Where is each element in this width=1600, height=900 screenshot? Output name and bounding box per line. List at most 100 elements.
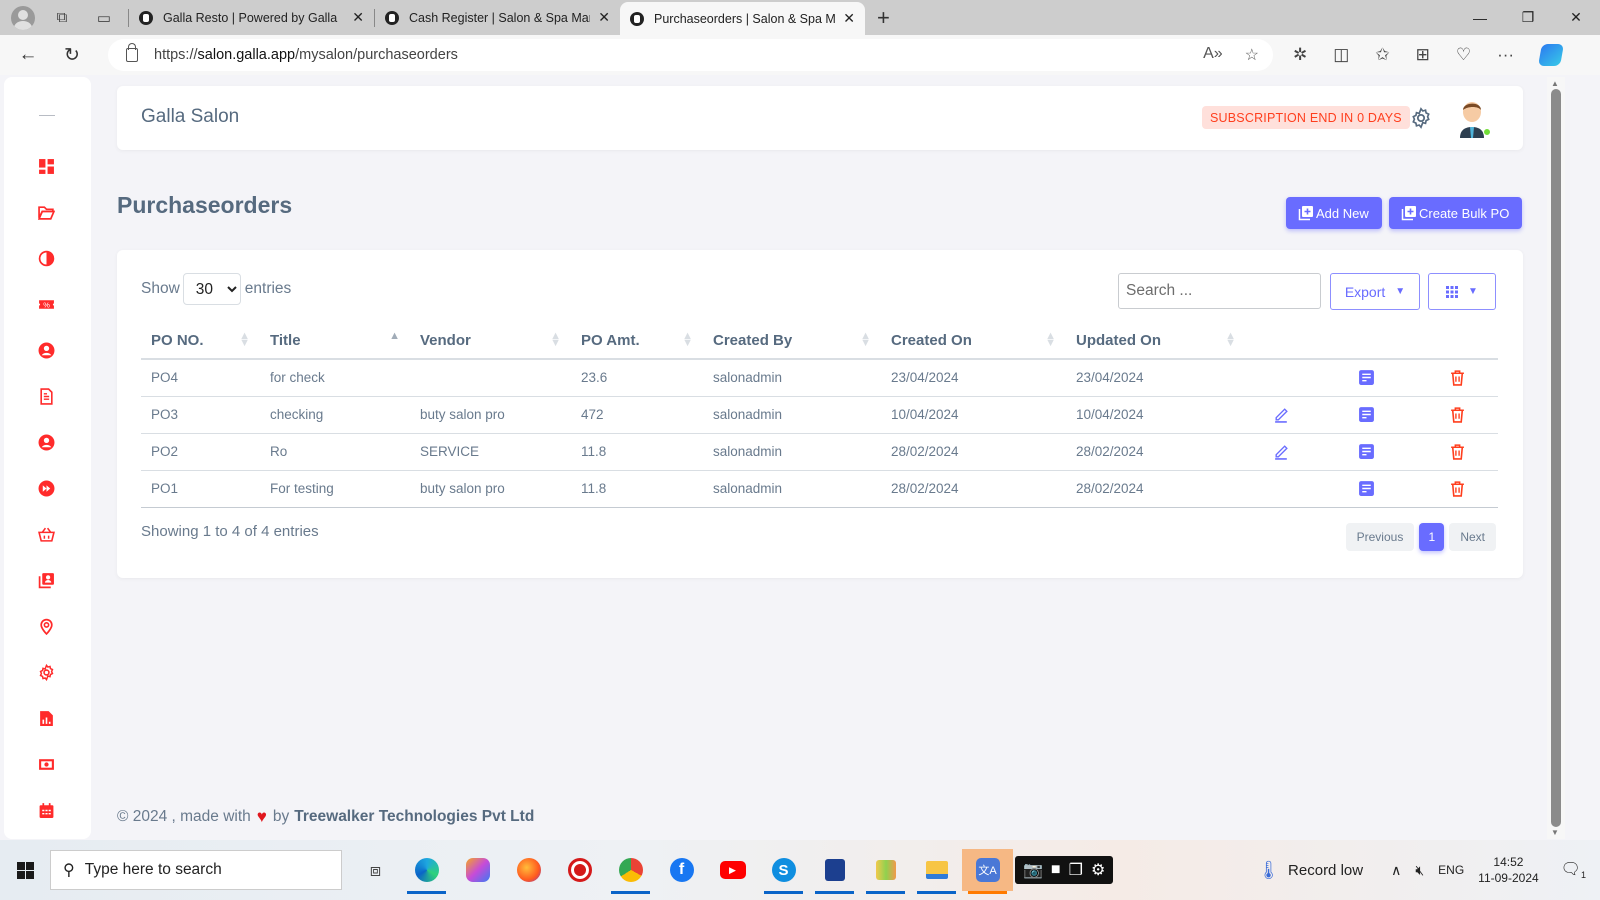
page-1-button[interactable]: 1 — [1419, 523, 1445, 551]
profile-icon[interactable] — [11, 5, 35, 30]
translator-taskbar-icon[interactable]: 文A — [962, 849, 1013, 894]
browser-tab[interactable]: Cash Register | Salon & Spa Mana ✕ — [375, 0, 620, 35]
scroll-up-icon[interactable]: ▲ — [1551, 79, 1559, 88]
browser-tab-active[interactable]: Purchaseorders | Salon & Spa Mar ✕ — [620, 2, 865, 35]
footer-company-link[interactable]: Treewalker Technologies Pvt Ltd — [294, 808, 534, 826]
page-scrollbar[interactable]: ▲ ▼ — [1547, 77, 1565, 839]
edge-taskbar-icon[interactable] — [401, 849, 452, 894]
location-pin-icon[interactable] — [38, 618, 55, 635]
fast-forward-icon[interactable] — [38, 480, 55, 497]
user-circle-icon[interactable] — [38, 434, 55, 451]
column-header-created-on[interactable]: Created On ▲ ▼ — [881, 322, 1066, 360]
column-header-updated-on[interactable]: Updated On ▲ ▼ — [1066, 322, 1246, 360]
screen-recorder-taskbar-icon[interactable] — [554, 849, 605, 891]
contrast-icon[interactable] — [38, 250, 55, 267]
edit-pencil-icon[interactable] — [1273, 406, 1290, 423]
extensions-icon[interactable]: ✲ — [1293, 45, 1307, 65]
previous-page-button[interactable]: Previous — [1345, 523, 1415, 551]
document-icon[interactable] — [38, 388, 55, 405]
search-input[interactable] — [1118, 273, 1321, 309]
report-icon[interactable] — [38, 710, 55, 727]
capture-settings-icon[interactable]: ⚙ — [1091, 860, 1105, 880]
facebook-taskbar-icon[interactable]: f — [656, 849, 707, 891]
view-details-icon[interactable] — [1358, 480, 1375, 497]
add-new-button[interactable]: Add New — [1286, 197, 1382, 229]
start-button[interactable] — [0, 861, 50, 879]
delete-trash-icon[interactable] — [1449, 480, 1466, 497]
close-tab-icon[interactable]: ✕ — [843, 10, 855, 27]
back-icon[interactable]: ← — [6, 44, 50, 66]
scrollbar-thumb[interactable] — [1551, 89, 1561, 827]
clock[interactable]: 14:52 11-09-2024 — [1478, 854, 1539, 886]
column-header-vendor[interactable]: Vendor ▲ ▼ — [410, 322, 571, 360]
microsoft-store-taskbar-icon[interactable] — [809, 849, 860, 894]
refresh-icon[interactable]: ↻ — [50, 44, 94, 67]
dashboard-icon[interactable] — [38, 158, 55, 175]
gear-icon[interactable] — [38, 664, 55, 681]
window-capture-icon[interactable]: ❐ — [1069, 860, 1083, 880]
file-explorer-taskbar-icon[interactable] — [911, 849, 962, 894]
browser-essentials-icon[interactable]: ♡ — [1456, 45, 1471, 65]
task-view-icon[interactable]: ⧈ — [350, 849, 401, 891]
split-screen-icon[interactable]: ◫ — [1333, 45, 1349, 65]
camera-icon[interactable]: 📷 — [1023, 860, 1043, 880]
close-tab-icon[interactable]: ✕ — [352, 9, 364, 26]
column-header-po-no[interactable]: PO NO. ▲ ▼ — [141, 322, 260, 360]
scroll-down-icon[interactable]: ▼ — [1551, 828, 1559, 837]
language-indicator[interactable]: ENG — [1438, 863, 1464, 877]
export-dropdown-button[interactable]: Export ▼ — [1330, 273, 1420, 310]
show-hidden-icons-icon[interactable]: ∧ — [1391, 862, 1401, 879]
user-circle-icon[interactable] — [38, 342, 55, 359]
app-taskbar-icon[interactable] — [860, 849, 911, 894]
notifications-icon[interactable]: 🗨︎1 — [1561, 859, 1586, 880]
copilot-icon[interactable] — [1538, 44, 1564, 66]
column-header-title[interactable]: Title ▲ — [260, 322, 410, 360]
folder-open-icon[interactable] — [38, 204, 55, 221]
chrome-taskbar-icon[interactable] — [605, 849, 656, 894]
column-header-po-amount[interactable]: PO Amt. ▲ ▼ — [571, 322, 703, 360]
firefox-taskbar-icon[interactable] — [503, 849, 554, 891]
column-visibility-button[interactable]: ▼ — [1428, 273, 1496, 310]
tab-actions-icon[interactable]: ▭ — [92, 6, 116, 30]
url-field[interactable]: https://salon.galla.app/mysalon/purchase… — [108, 39, 1273, 71]
calendar-icon[interactable] — [38, 802, 55, 819]
online-status-dot — [1483, 128, 1491, 136]
weather-text[interactable]: Record low — [1288, 862, 1363, 879]
sidebar-toggle[interactable] — [39, 115, 55, 116]
view-details-icon[interactable] — [1358, 406, 1375, 423]
minimize-icon[interactable]: — — [1456, 0, 1504, 35]
close-window-icon[interactable]: ✕ — [1552, 0, 1600, 35]
copilot-taskbar-icon[interactable] — [452, 849, 503, 891]
youtube-taskbar-icon[interactable]: ▶ — [707, 849, 758, 891]
more-options-icon[interactable]: ··· — [1497, 45, 1514, 65]
page-size-select[interactable]: 30 — [182, 273, 241, 305]
settings-gear-icon[interactable] — [1410, 107, 1432, 129]
taskbar-search[interactable]: ⚲ Type here to search — [50, 850, 342, 890]
volume-muted-icon[interactable]: 🔇︎ — [1415, 862, 1424, 879]
edit-pencil-icon[interactable] — [1273, 443, 1290, 460]
video-icon[interactable]: ■ — [1051, 861, 1061, 879]
create-bulk-po-button[interactable]: Create Bulk PO — [1389, 197, 1523, 229]
delete-trash-icon[interactable] — [1449, 443, 1466, 460]
discount-ticket-icon[interactable]: % — [38, 296, 55, 313]
delete-trash-icon[interactable] — [1449, 369, 1466, 386]
restore-icon[interactable]: ❐ — [1504, 0, 1552, 35]
workspaces-icon[interactable]: ⧉ — [50, 6, 74, 30]
collections-icon[interactable]: ⊞ — [1416, 45, 1430, 65]
cash-icon[interactable] — [38, 756, 55, 773]
new-tab-icon[interactable]: + — [877, 5, 890, 31]
view-details-icon[interactable] — [1358, 369, 1375, 386]
favorite-star-icon[interactable]: ☆ — [1245, 45, 1259, 65]
contact-list-icon[interactable] — [38, 572, 55, 589]
delete-trash-icon[interactable] — [1449, 406, 1466, 423]
basket-icon[interactable] — [38, 526, 55, 543]
read-aloud-icon[interactable]: A» — [1203, 45, 1223, 65]
column-header-created-by[interactable]: Created By ▲ ▼ — [703, 322, 881, 360]
skype-taskbar-icon[interactable]: S — [758, 849, 809, 894]
browser-tab[interactable]: Galla Resto | Powered by Galla ✕ — [129, 0, 374, 35]
favorites-icon[interactable]: ✩ — [1375, 45, 1389, 65]
next-page-button[interactable]: Next — [1449, 523, 1496, 551]
view-details-icon[interactable] — [1358, 443, 1375, 460]
user-avatar[interactable] — [1457, 98, 1491, 138]
close-tab-icon[interactable]: ✕ — [598, 9, 610, 26]
